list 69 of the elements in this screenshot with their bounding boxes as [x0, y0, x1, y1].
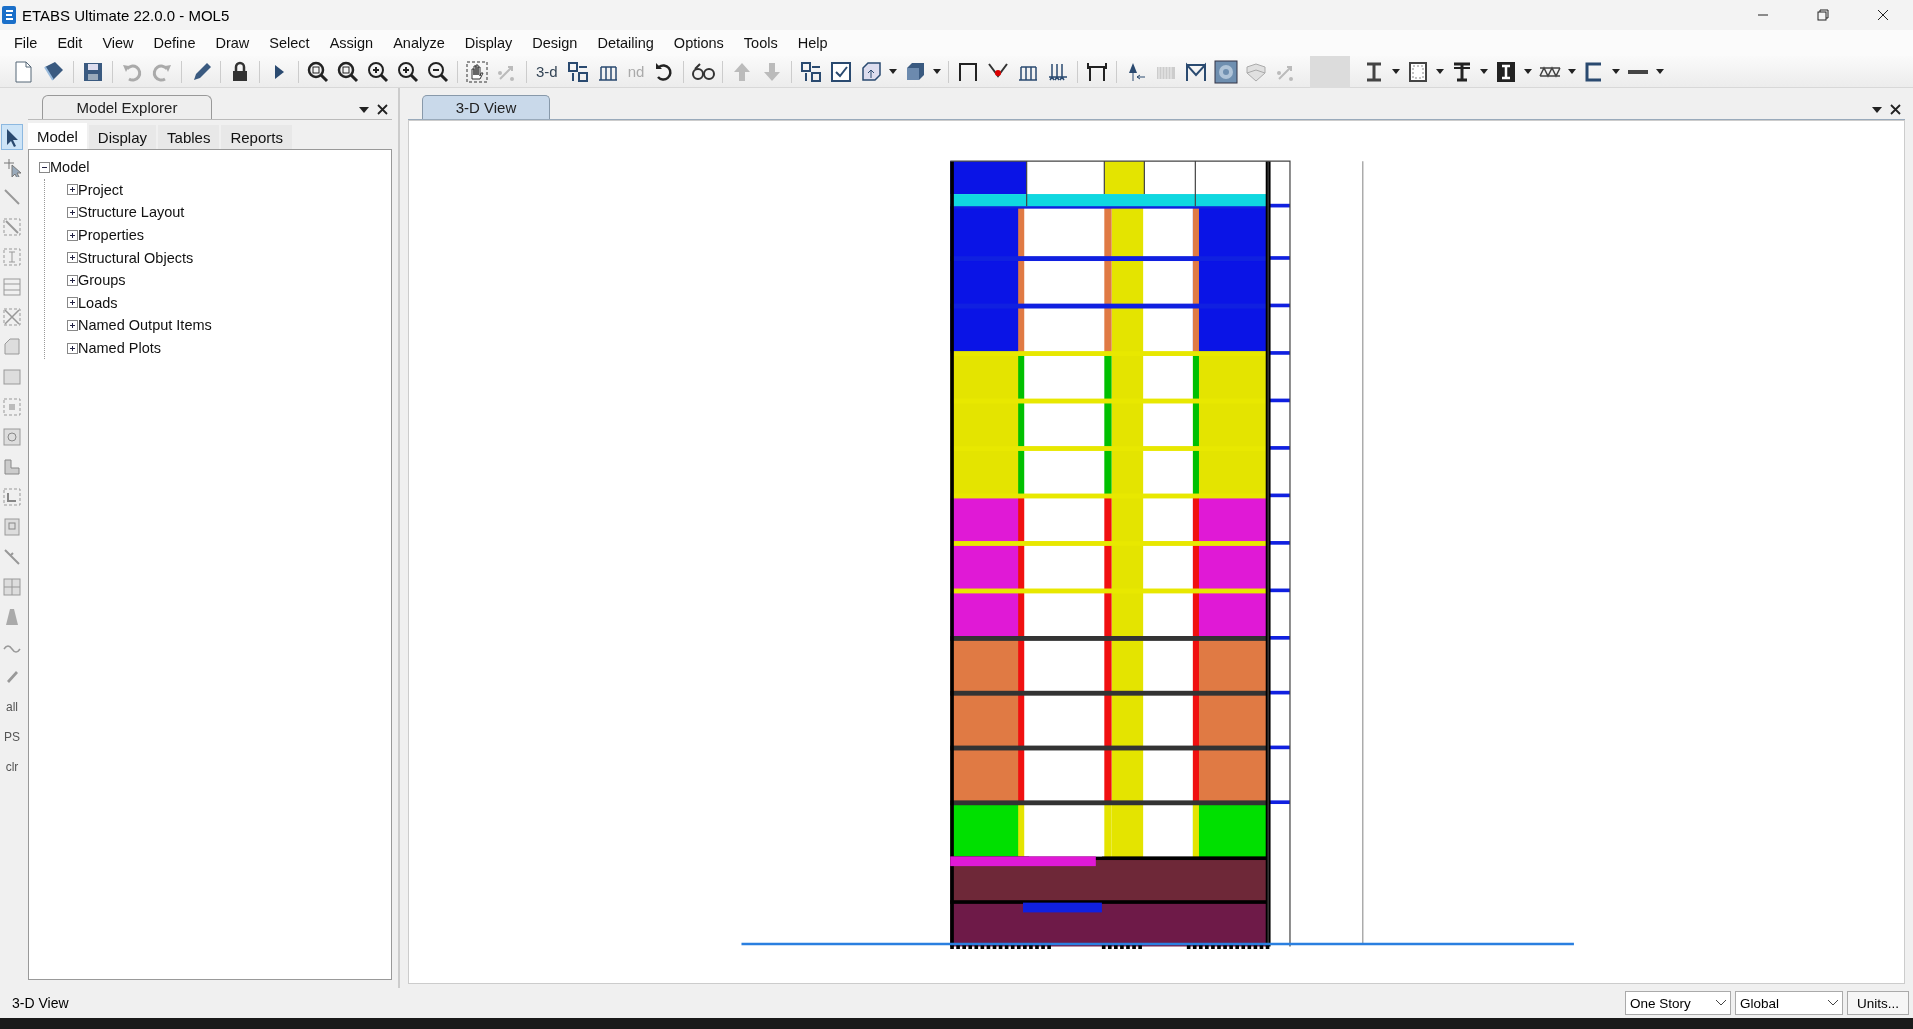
building-model-drawing[interactable] — [947, 160, 1291, 949]
chevron-icon[interactable] — [1828, 1000, 1838, 1006]
menu-item[interactable]: Assign — [319, 35, 384, 51]
tree-item[interactable]: Properties — [78, 227, 145, 244]
dropdown-field[interactable]: One Story — [1625, 991, 1731, 1015]
expand-icon[interactable] — [67, 207, 78, 218]
tree-item[interactable]: Model — [50, 159, 90, 176]
tree-item[interactable]: Structure Layout — [78, 204, 185, 221]
dropdown-icon[interactable] — [359, 106, 369, 113]
caret-icon[interactable] — [1392, 69, 1401, 74]
close-icon[interactable] — [377, 104, 388, 115]
tree-item[interactable]: Loads — [78, 294, 118, 311]
units-button[interactable]: Units... — [1847, 991, 1909, 1015]
shaded-icon[interactable] — [1213, 58, 1240, 85]
caret-icon[interactable] — [1436, 69, 1445, 74]
dropdown-icon[interactable] — [1872, 106, 1882, 113]
caret-icon[interactable] — [1612, 69, 1621, 74]
caret-icon[interactable] — [1524, 69, 1533, 74]
menu-item[interactable]: Edit — [47, 35, 93, 51]
tree-item[interactable]: Named Output Items — [78, 317, 212, 334]
close-icon[interactable] — [1890, 104, 1901, 115]
menu-item[interactable]: View — [92, 35, 144, 51]
caret-icon[interactable] — [1480, 69, 1489, 74]
expand-icon[interactable] — [67, 184, 78, 196]
caret-icon[interactable] — [1656, 69, 1665, 74]
expand-icon[interactable] — [67, 297, 78, 309]
corner-icon[interactable] — [2, 487, 22, 507]
view-tab[interactable]: 3-D View — [422, 95, 550, 119]
explorer-tab[interactable]: Display — [88, 125, 157, 149]
menu-item[interactable]: Help — [787, 35, 838, 51]
collapse-icon[interactable] — [39, 161, 50, 173]
caret-icon[interactable] — [889, 69, 898, 74]
menu-item[interactable]: Tools — [733, 35, 788, 51]
caret-icon[interactable] — [1568, 69, 1577, 74]
hand-icon[interactable] — [464, 58, 490, 85]
close-icon[interactable] — [1877, 9, 1889, 21]
select-option[interactable]: PS — [4, 724, 20, 750]
menu-item[interactable]: Options — [663, 35, 734, 51]
expand-icon[interactable] — [67, 319, 78, 331]
tree-item[interactable]: Named Plots — [78, 340, 161, 357]
menu-item[interactable]: Display — [454, 35, 523, 51]
chevron-icon[interactable] — [1716, 1000, 1726, 1006]
expand-icon[interactable] — [67, 274, 78, 286]
explorer-tab[interactable]: Reports — [221, 125, 292, 149]
tree-item[interactable]: Groups — [78, 272, 126, 289]
menu-item[interactable]: File — [4, 35, 48, 51]
menu-item[interactable]: Draw — [205, 35, 260, 51]
menu-item[interactable]: Design — [522, 35, 588, 51]
view-button[interactable]: 3-d — [532, 57, 562, 86]
pointer-node-icon[interactable] — [2, 157, 22, 177]
dropdown-field[interactable]: Global — [1735, 991, 1843, 1015]
expand-icon[interactable] — [67, 342, 78, 354]
status-text: 3-D View — [12, 995, 69, 1011]
menu-item[interactable]: Select — [259, 35, 320, 51]
expand-icon[interactable] — [67, 252, 78, 264]
tree-item[interactable]: Structural Objects — [78, 249, 194, 266]
window-title: ETABS Ultimate 22.0.0 - MOL5 — [22, 6, 230, 24]
caret-icon[interactable] — [933, 69, 942, 74]
explorer-tab[interactable]: Tables — [158, 125, 220, 149]
select-option[interactable]: all — [6, 694, 18, 720]
select-option[interactable]: clr — [5, 754, 19, 780]
tree-item[interactable]: Project — [78, 181, 124, 198]
explorer-tab[interactable]: Model — [28, 123, 87, 149]
menu-item[interactable]: Analyze — [383, 35, 455, 51]
restore-icon[interactable] — [1817, 9, 1829, 21]
menu-item[interactable]: Detailing — [587, 35, 664, 51]
panel-tab[interactable]: Model Explorer — [42, 95, 212, 119]
menu-item[interactable]: Define — [143, 35, 206, 51]
expand-icon[interactable] — [67, 229, 78, 241]
